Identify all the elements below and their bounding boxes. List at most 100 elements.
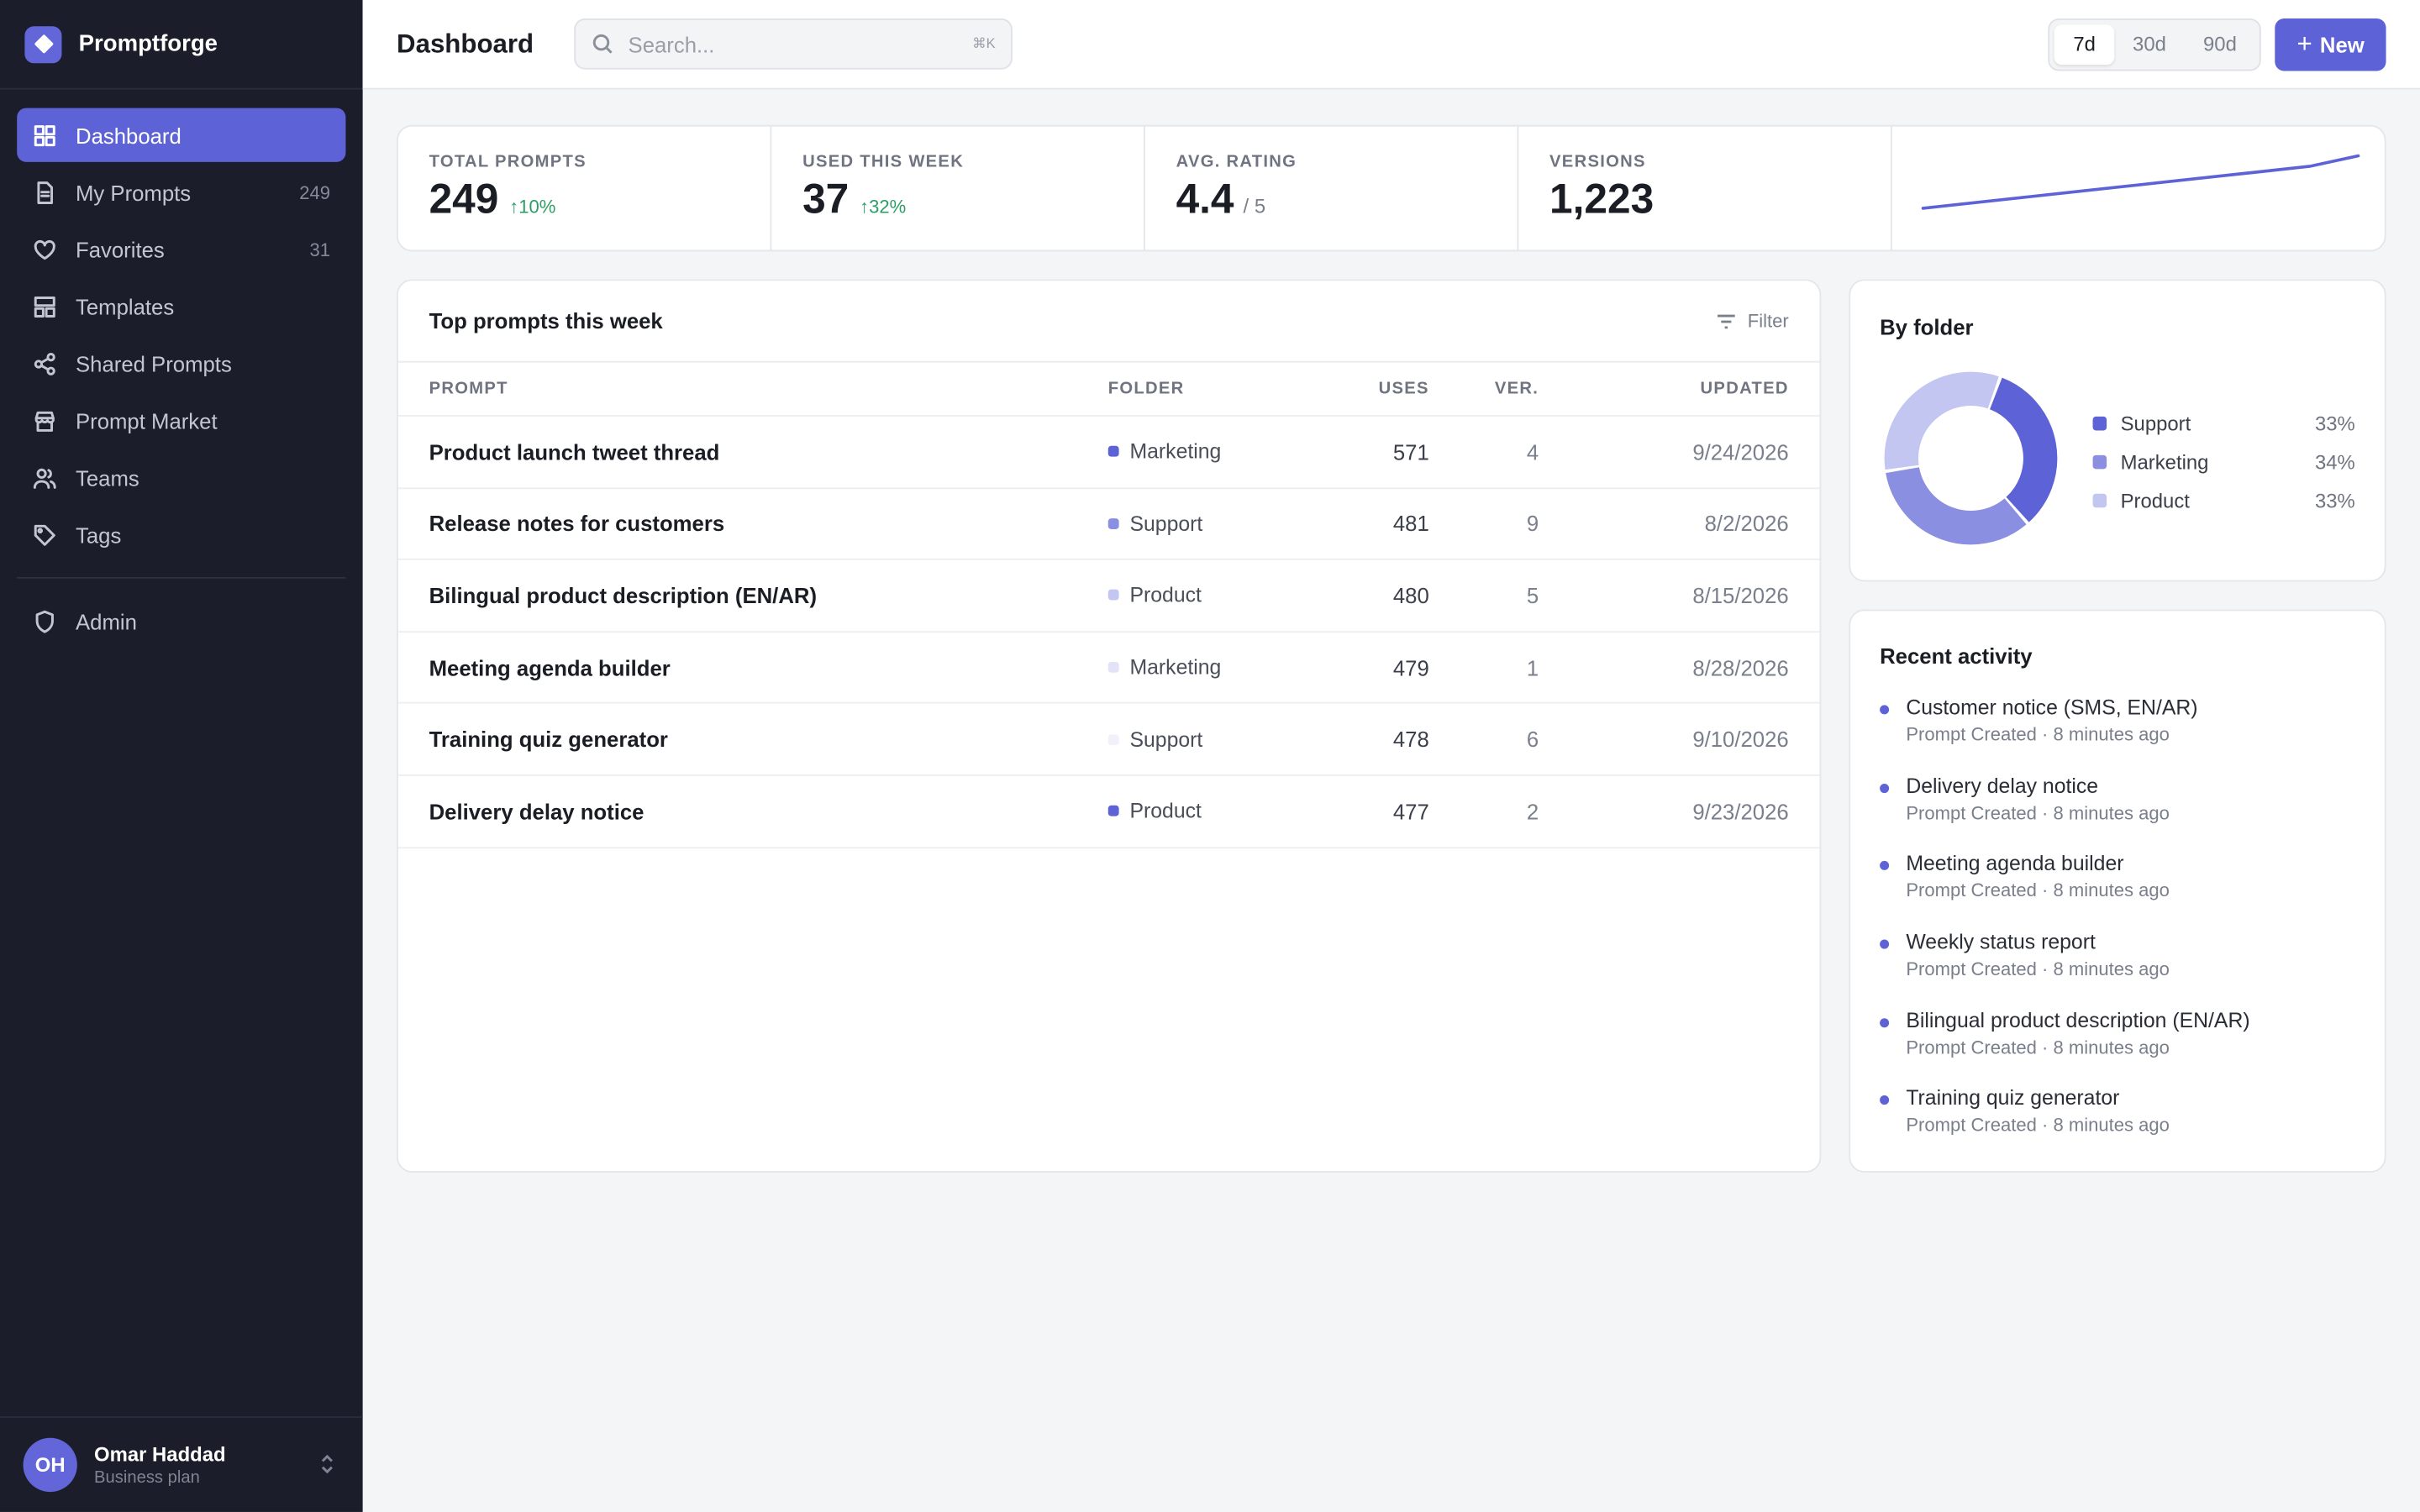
uses-count: 480 [1392,583,1429,608]
search-input[interactable]: Search... ⌘K [574,18,1013,70]
activity-name: Meeting agenda builder [1906,852,2124,876]
sidebar-item-tags[interactable]: Tags [17,507,345,561]
donut-slice-marketing[interactable] [1886,466,2027,545]
activity-dot [1880,1095,1890,1105]
activity-meta: Prompt Created · 8 minutes ago [1906,723,2170,746]
stat-label: USED THIS WEEK [802,152,965,171]
stat-value: 4.4 [1176,176,1234,223]
folder-name: Product [1129,584,1202,607]
stat-label: TOTAL PROMPTS [429,152,587,171]
folder-cell: Support [1107,512,1324,535]
sidebar-item-my-prompts[interactable]: My Prompts 249 [17,165,345,219]
sidebar-item-favorites[interactable]: Favorites 31 [17,222,345,276]
sparkline-line [1921,154,2360,210]
stat-suffix: / 5 [1243,194,1266,218]
prompt-name: Delivery delay notice [429,798,644,824]
version-count: 9 [1526,511,1539,537]
prompt-name: Bilingual product description (EN/AR) [429,583,818,608]
chevron-up-down-icon[interactable] [317,1452,341,1477]
activity-meta: Prompt Created · 8 minutes ago [1906,1036,2170,1058]
activity-item[interactable]: Training quiz generator Prompt Created · … [1880,1087,2369,1165]
recent-activity-panel: Recent activity Customer notice (SMS, EN… [1849,609,2386,1173]
sidebar-item-templates[interactable]: Templates [17,279,345,333]
sidebar-item-admin[interactable]: Admin [17,594,345,648]
sidebar-item-label: Prompt Market [75,407,218,433]
sidebar-item-label: Favorites [75,236,165,262]
brand[interactable]: Promptforge [0,0,363,90]
sidebar-item-prompt-market[interactable]: Prompt Market [17,393,345,447]
folder-color-swatch [1107,517,1119,529]
legend-swatch [2092,416,2107,431]
legend-name: Marketing [2120,450,2209,474]
uses-count: 478 [1392,727,1429,752]
column-header-folder[interactable]: FOLDER [1108,380,1324,398]
date-range-toggle: 7d 30d 90d [2049,18,2262,71]
version-count: 4 [1526,439,1539,465]
stat-versions: VERSIONS 1,223 [1518,126,1892,250]
sidebar: Promptforge Dashboard My Prompts 249 Fav… [0,0,363,1512]
legend-item[interactable]: Support 33% [2092,404,2355,443]
activity-item[interactable]: Weekly status report Prompt Created · 8 m… [1880,931,2369,1009]
activity-meta: Prompt Created · 8 minutes ago [1906,879,2170,902]
table-row[interactable]: Delivery delay notice Product 477 2 9/23/202… [397,776,1820,848]
filter-icon [1718,313,1736,328]
column-header-prompt[interactable]: PROMPT [429,380,1108,398]
folder-cell: Marketing [1107,656,1324,679]
updated-date: 8/15/2026 [1692,583,1789,608]
activity-dot [1880,1017,1890,1027]
legend-item[interactable]: Product 33% [2092,481,2355,520]
panel-title: By folder [1880,314,1974,340]
table-row[interactable]: Meeting agenda builder Marketing 479 1 8/28/… [397,633,1820,705]
stat-value: 249 [429,176,499,223]
folder-cell: Marketing [1107,440,1324,464]
activity-item[interactable]: Meeting agenda builder Prompt Created · 8… [1880,853,2369,931]
filter-button[interactable]: Filter [1715,309,1789,333]
stat-avg-rating: AVG. RATING 4.4 / 5 [1145,126,1519,250]
sidebar-item-dashboard[interactable]: Dashboard [17,108,346,162]
donut-slice-product[interactable] [1884,371,1999,470]
table-row[interactable]: Training quiz generator Support 478 6 9/10/2… [397,704,1820,776]
range-90d-button[interactable]: 90d [2185,24,2255,64]
sidebar-item-teams[interactable]: Teams [17,450,345,504]
column-header-updated[interactable]: UPDATED [1539,380,1789,398]
folder-name: Product [1129,799,1202,823]
range-30d-button[interactable]: 30d [2114,24,2185,64]
stat-delta: ↑10% [509,196,556,218]
sparkline [1892,127,2385,250]
activity-item[interactable]: Bilingual product description (EN/AR) Pro… [1880,1009,2369,1087]
column-header-uses[interactable]: USES [1324,380,1429,398]
folder-color-swatch [1107,662,1119,673]
table-row[interactable]: Product launch tweet thread Marketing 571 4… [397,417,1820,489]
activity-item[interactable]: Delivery delay notice Prompt Created · 8 … [1880,774,2369,852]
folder-cell: Product [1107,799,1324,823]
share-icon [33,351,57,375]
folder-name: Marketing [1129,440,1222,464]
updated-date: 9/24/2026 [1692,439,1789,465]
user-menu[interactable]: OH Omar Haddad Business plan [0,1416,363,1512]
activity-dot [1880,861,1890,871]
top-prompts-panel: Top prompts this week Filter PROMPT FOLD… [397,279,1822,1173]
stats-bar: TOTAL PROMPTS 249 ↑10% USED THIS WEEK 37… [397,124,2386,252]
table-body: Product launch tweet thread Marketing 571 4… [397,417,1820,848]
table-row[interactable]: Release notes for customers Support 481 9 8/… [397,488,1820,561]
search-shortcut: ⌘K [972,35,996,51]
new-button[interactable]: + New [2275,18,2386,71]
stat-delta: ↑32% [860,196,907,218]
prompt-name: Training quiz generator [429,727,668,752]
sidebar-item-shared-prompts[interactable]: Shared Prompts [17,336,345,390]
sidebar-item-label: Shared Prompts [75,350,232,376]
user-plan: Business plan [94,1468,200,1488]
sidebar-item-label: Tags [75,522,122,548]
range-7d-button[interactable]: 7d [2054,24,2115,65]
activity-list: Customer notice (SMS, EN/AR) Prompt Creat… [1880,696,2369,1165]
activity-name: Bilingual product description (EN/AR) [1906,1008,2250,1032]
folder-color-swatch [1107,590,1119,601]
legend-item[interactable]: Marketing 34% [2092,443,2355,481]
table-row[interactable]: Bilingual product description (EN/AR) Pro… [397,560,1820,633]
stat-value: 1,223 [1549,176,1655,223]
activity-item[interactable]: Customer notice (SMS, EN/AR) Prompt Creat… [1880,696,2369,774]
donut-slice-support[interactable] [1989,377,2058,522]
column-header-ver[interactable]: VER. [1429,380,1539,398]
sidebar-item-count: 31 [309,238,331,260]
stat-total-prompts: TOTAL PROMPTS 249 ↑10% [398,126,772,250]
